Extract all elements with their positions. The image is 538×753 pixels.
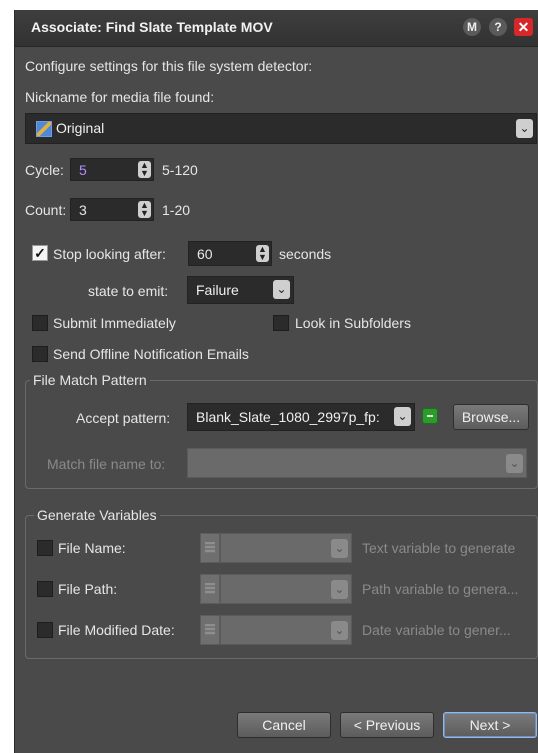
submit-immediately-label: Submit Immediately <box>53 315 176 331</box>
chevron-down-icon[interactable]: ⌄ <box>394 407 411 426</box>
match-file-name-dropdown[interactable]: ⌄ <box>187 448 527 478</box>
chevron-down-icon: ⌄ <box>331 539 348 558</box>
cycle-spinner[interactable]: 5 ▲ ▼ <box>70 158 154 181</box>
variable-icon <box>200 574 220 604</box>
intro-text: Configure settings for this file system … <box>25 58 313 74</box>
count-range: 1-20 <box>162 202 191 218</box>
browse-button[interactable]: Browse... <box>453 404 529 430</box>
generate-variables-legend: Generate Variables <box>34 507 160 523</box>
chevron-down-icon: ⌄ <box>331 621 348 640</box>
spinner-arrows-icon[interactable]: ▲ ▼ <box>138 201 151 218</box>
nickname-value: Original <box>56 120 105 136</box>
send-offline-checkbox[interactable] <box>32 346 48 362</box>
close-button[interactable]: ✕ <box>514 18 533 36</box>
window-title: Associate: Find Slate Template MOV <box>31 19 273 35</box>
media-file-icon <box>36 121 52 137</box>
stop-looking-value: 60 <box>197 246 213 262</box>
state-to-emit-label: state to emit: <box>88 283 169 299</box>
cycle-label: Cycle: <box>25 162 64 178</box>
count-label: Count: <box>25 202 67 218</box>
file-name-label: File Name: <box>58 540 126 556</box>
chevron-down-icon: ⌄ <box>331 580 348 599</box>
stop-looking-spinner[interactable]: 60 ▲ ▼ <box>188 241 272 266</box>
cycle-range: 5-120 <box>162 162 198 178</box>
chevron-down-icon: ⌄ <box>506 454 523 473</box>
submit-immediately-checkbox[interactable] <box>32 315 48 331</box>
m-button[interactable]: M <box>463 18 481 36</box>
file-match-legend: File Match Pattern <box>30 372 150 388</box>
nickname-label: Nickname for media file found: <box>25 89 215 105</box>
file-name-checkbox[interactable] <box>37 540 53 556</box>
title-bar: Associate: Find Slate Template MOV M ? ✕ <box>15 10 538 47</box>
previous-button[interactable]: < Previous <box>340 712 434 738</box>
file-modified-date-placeholder: Date variable to gener... <box>362 622 511 638</box>
file-modified-date-dropdown[interactable]: ⌄ <box>220 615 352 645</box>
accept-pattern-value: Blank_Slate_1080_2997p_fp: <box>196 409 380 425</box>
look-in-subfolders-checkbox[interactable] <box>273 315 289 331</box>
accept-pattern-label: Accept pattern: <box>76 410 171 426</box>
match-file-name-label: Match file name to: <box>47 456 166 472</box>
chevron-down-icon[interactable]: ⌄ <box>516 119 533 138</box>
variable-icon <box>200 615 220 645</box>
count-spinner[interactable]: 3 ▲ ▼ <box>70 198 154 221</box>
cycle-value: 5 <box>79 162 87 178</box>
stop-looking-label: Stop looking after: <box>53 246 166 262</box>
help-button[interactable]: ? <box>489 18 507 36</box>
state-to-emit-dropdown[interactable]: Failure ⌄ <box>187 276 294 304</box>
associate-dialog: Associate: Find Slate Template MOV M ? ✕… <box>14 10 538 753</box>
stop-looking-checkbox[interactable]: ✓ <box>32 245 48 261</box>
file-path-checkbox[interactable] <box>37 581 53 597</box>
next-button[interactable]: Next > <box>443 712 537 738</box>
file-name-placeholder: Text variable to generate <box>362 540 516 556</box>
file-path-dropdown[interactable]: ⌄ <box>220 574 352 604</box>
nickname-dropdown[interactable]: Original ⌄ <box>25 113 537 144</box>
remove-pattern-button[interactable] <box>422 408 438 424</box>
variable-icon <box>200 533 220 563</box>
file-path-placeholder: Path variable to genera... <box>362 581 519 597</box>
file-modified-date-label: File Modified Date: <box>58 622 175 638</box>
file-modified-date-checkbox[interactable] <box>37 622 53 638</box>
spinner-arrows-icon[interactable]: ▲ ▼ <box>256 245 269 262</box>
count-value: 3 <box>79 202 87 218</box>
look-in-subfolders-label: Look in Subfolders <box>295 315 411 331</box>
send-offline-label: Send Offline Notification Emails <box>53 346 249 362</box>
file-name-dropdown[interactable]: ⌄ <box>220 533 352 563</box>
file-path-label: File Path: <box>58 581 118 597</box>
stop-looking-unit: seconds <box>279 246 332 262</box>
accept-pattern-dropdown[interactable]: Blank_Slate_1080_2997p_fp: ⌄ <box>187 403 415 431</box>
chevron-down-icon[interactable]: ⌄ <box>273 280 290 299</box>
cancel-button[interactable]: Cancel <box>237 712 331 738</box>
state-to-emit-value: Failure <box>196 282 239 298</box>
spinner-arrows-icon[interactable]: ▲ ▼ <box>138 161 151 178</box>
